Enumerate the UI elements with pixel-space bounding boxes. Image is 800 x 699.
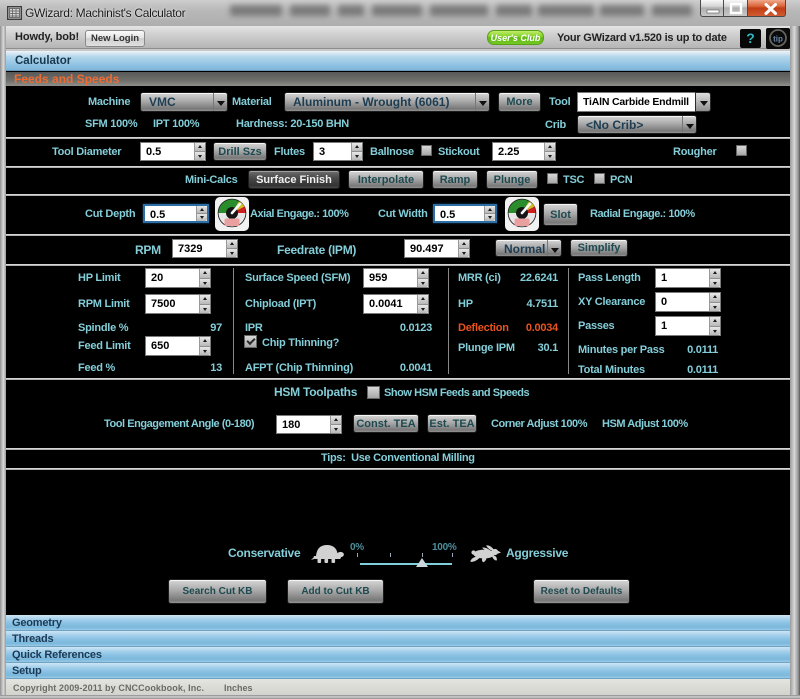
svg-text:tip: tip [773, 35, 783, 44]
